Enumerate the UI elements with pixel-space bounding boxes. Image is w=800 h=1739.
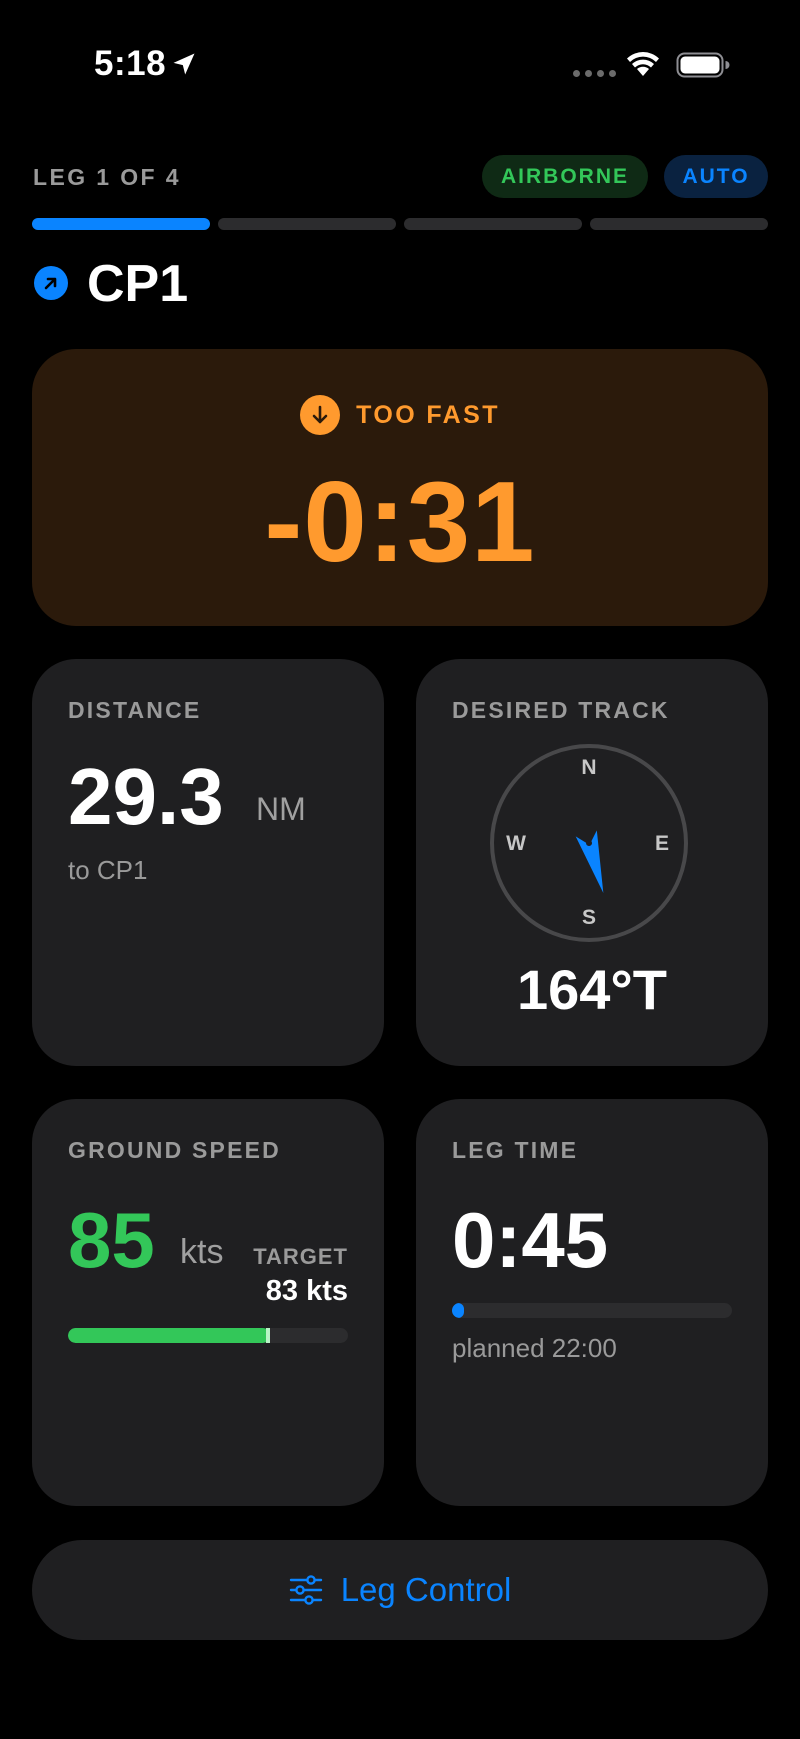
track-title: DESIRED TRACK (452, 697, 670, 723)
timing-delta: -0:31 (264, 459, 536, 586)
compass-west-label: W (506, 832, 526, 855)
distance-value: 29.3 (68, 752, 224, 841)
status-bar: 5:18 (0, 0, 800, 130)
ground-speed-value: 85 (68, 1196, 155, 1284)
desired-track-card: DESIRED TRACK N E S W 164°T (416, 659, 768, 1066)
compass-south-label: S (582, 906, 596, 929)
wifi-icon (627, 52, 659, 76)
leg-time-card: LEG TIME 0:45 planned 22:00 (416, 1099, 768, 1506)
waypoint-name: CP1 (87, 255, 189, 313)
leg-time-bar (452, 1303, 732, 1318)
ground-speed-bar (68, 1328, 348, 1343)
compass-east-label: E (655, 832, 669, 855)
leg-time-title: LEG TIME (452, 1137, 579, 1163)
status-time: 5:18 (94, 44, 167, 83)
ground-speed-bar-fill (68, 1328, 270, 1343)
compass-north-label: N (581, 756, 596, 779)
leg-indicator: LEG 1 OF 4 (33, 164, 181, 190)
timing-status: TOO FAST (32, 395, 768, 435)
target-speed-label: TARGET (253, 1244, 348, 1269)
ground-speed-unit: kts (180, 1233, 224, 1271)
battery-icon (676, 52, 730, 78)
track-needle (575, 830, 604, 893)
leg-progress-segment (218, 218, 396, 230)
cellular-dots-icon (573, 70, 616, 77)
leg-progress-segment (32, 218, 210, 230)
target-speed-marker (265, 1328, 270, 1343)
distance-subtitle: to CP1 (68, 855, 148, 885)
leg-control-label: Leg Control (340, 1571, 512, 1608)
ground-speed-card: GROUND SPEED 85 kts TARGET 83 kts (32, 1099, 384, 1506)
arrow-down-circle-icon (300, 395, 341, 435)
compass: N E S W (490, 744, 688, 942)
auto-mode-badge[interactable]: AUTO (664, 155, 768, 198)
leg-control-button[interactable]: Leg Control (32, 1540, 768, 1640)
timing-status-label: TOO FAST (356, 400, 500, 429)
leg-time-bar-fill (452, 1303, 464, 1318)
distance-unit: NM (256, 791, 306, 827)
location-arrow-icon (173, 53, 195, 75)
track-value: 164°T (516, 958, 668, 1021)
airborne-badge: AIRBORNE (482, 155, 648, 198)
distance-card: DISTANCE 29.3 NM to CP1 (32, 659, 384, 1066)
leg-progress-segment (404, 218, 582, 230)
arrow-up-right-icon (34, 266, 68, 300)
leg-progress-segment (590, 218, 768, 230)
timing-card: TOO FAST -0:31 (32, 349, 768, 626)
leg-time-planned: planned 22:00 (452, 1333, 617, 1363)
leg-time-value: 0:45 (452, 1196, 609, 1284)
sliders-icon (289, 1575, 322, 1605)
target-speed-value: 83 kts (265, 1275, 348, 1307)
distance-title: DISTANCE (68, 697, 202, 723)
ground-speed-title: GROUND SPEED (68, 1137, 281, 1163)
